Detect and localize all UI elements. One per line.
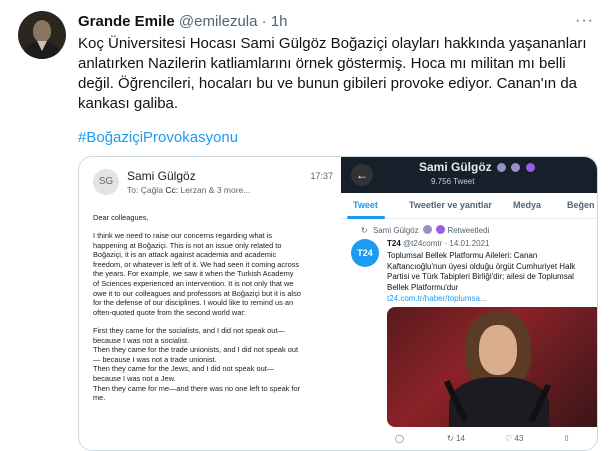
retweet-icon: ↻ [447,434,454,443]
tweet-text: Koç Üniversitesi Hocası Sami Gülgöz Boğa… [78,35,587,112]
tab-media: Medya [513,200,542,210]
author-avatar[interactable] [18,11,66,59]
t24-avatar: T24 [351,239,379,267]
inner-author-name: T24 [387,239,401,248]
heart-icon: ♡ [505,434,513,443]
profile-title: Sami Gülgöz [419,160,535,174]
separator-dot: · [261,13,267,30]
back-arrow-icon: ← [351,164,373,186]
email-recipients: To: Çağla Cc: Lerzan & 3 more... [127,185,250,195]
retweet-count: 14 [455,434,465,443]
tweet-header: Grande Emile @emilezula · 1h [78,12,288,32]
inner-author-handle: @t24comtr · 14.01.2021 [403,239,490,248]
email-screenshot: SG Sami Gülgöz To: Çağla Cc: Lerzan & 3 … [79,157,341,450]
photo-face [479,325,517,375]
emoji-icon [511,163,521,172]
profile-tweet-count: 9.756 Tweet [431,177,475,186]
like-count: 43 [514,434,524,443]
email-time: 17:37 [310,171,333,181]
tweet-time[interactable]: 1h [271,13,288,30]
email-sender: Sami Gülgöz [127,169,196,183]
cc-label: Cc: [165,185,179,195]
retweet-action: ↻ 14 [447,434,465,443]
tweet-media[interactable]: SG Sami Gülgöz To: Çağla Cc: Lerzan & 3 … [78,156,598,451]
avatar-face [33,20,51,42]
to-value: Çağla [140,185,163,195]
author-handle[interactable]: @emilezula [179,13,258,30]
purple-circle-icon [436,225,446,234]
to-label: To: [127,185,139,195]
purple-circle-icon [525,163,535,172]
retweet-notice: ↻ Sami Gülgöz Retweetledi [361,225,489,235]
reply-icon: ◯ [395,434,404,443]
profile-header-bar: ← Sami Gülgöz 9.756 Tweet [341,157,597,193]
email-body: Dear colleagues, I think we need to rais… [93,213,333,411]
tab-tweet: Tweet [353,200,378,210]
inner-tweet-text: Toplumsal Bellek Platformu Aileleri: Can… [387,251,576,292]
hashtag-link[interactable]: #BoğaziçiProvokasyonu [78,128,238,148]
more-options-icon[interactable]: ··· [575,12,594,30]
profile-screenshot: ← Sami Gülgöz 9.756 Tweet Tweet Tweetler… [341,157,597,450]
active-tab-indicator [347,216,385,219]
retweet-icon: ↻ [361,226,368,235]
emoji-icon [497,163,507,172]
profile-tabs: Tweet Tweetler ve yanıtlar Medya Beğen [341,193,597,219]
tab-likes: Beğen [567,200,595,210]
author-name[interactable]: Grande Emile [78,13,175,30]
tab-tweets-and-replies: Tweetler ve yanıtlar [409,200,492,210]
retweet-suffix: Retweetledi [447,226,490,235]
profile-name: Sami Gülgöz [419,160,492,174]
inner-tweet-photo [387,307,597,427]
emoji-icon [422,225,432,234]
retweeter-name: Sami Gülgöz [372,226,419,235]
email-greeting: Dear colleagues, [93,213,149,222]
cc-value: Lerzan & 3 more... [180,185,251,195]
like-action: ♡ 43 [505,434,523,443]
inner-tweet-link: t24.com.tr/haber/toplumsa... [387,294,487,303]
email-paragraph-2: First they came for the socialists, and … [93,325,301,403]
share-icon: ⇧ [563,434,570,443]
inner-tweet-actions: ◯ ↻ 14 ♡ 43 ⇧ [387,434,597,448]
email-paragraph-1: I think we need to raise our concerns re… [93,231,301,317]
email-sender-avatar: SG [93,169,119,195]
inner-tweet-header: T24 @t24comtr · 14.01.2021 [387,239,489,248]
